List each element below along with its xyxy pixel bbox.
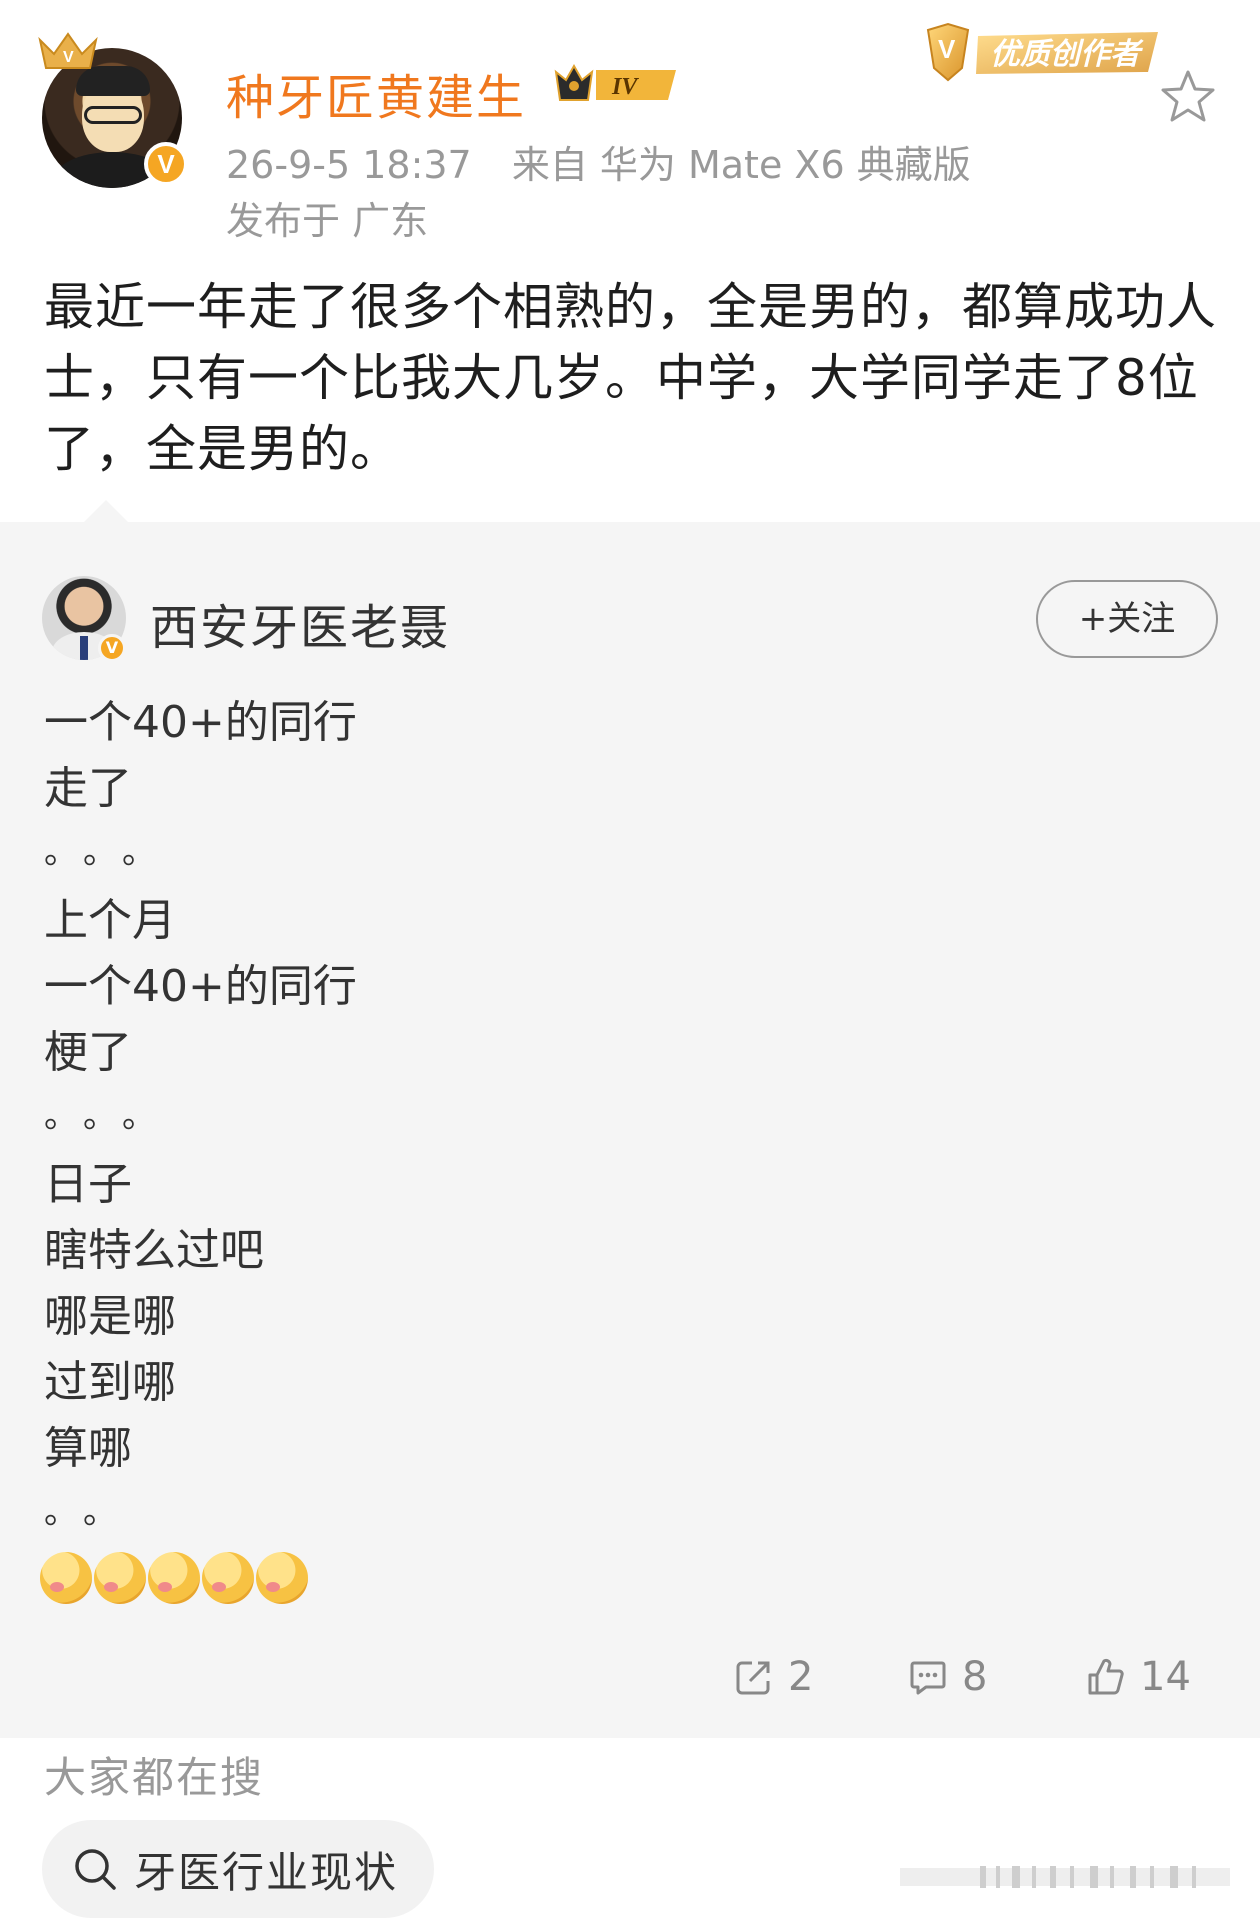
ellipsis-line: 。。。 bbox=[44, 1096, 178, 1136]
quoted-text-line: 一个40+的同行 bbox=[44, 961, 357, 1012]
favorite-star-icon[interactable] bbox=[1160, 68, 1216, 124]
thumbs-up-icon bbox=[1088, 1658, 1124, 1695]
quality-creator-badge: V 优质创作者 bbox=[926, 22, 1158, 82]
search-suggestion-chip[interactable]: 牙医行业现状 bbox=[42, 1820, 434, 1918]
post-time: 26-9-5 18:37 bbox=[226, 143, 472, 187]
quoted-post[interactable]: V 西安牙医老聂 +关注 一个40+的同行 走了。。。 上个月 一个40+的同行 梗了。… bbox=[0, 500, 1260, 1738]
comment-button[interactable]: 8 bbox=[908, 1654, 987, 1700]
search-suggestion-text: 牙医行业现状 bbox=[134, 1847, 399, 1897]
search-icon bbox=[75, 1849, 116, 1890]
quoted-text-line: 走了 bbox=[44, 763, 132, 814]
quote-notch bbox=[84, 500, 128, 522]
drooling-face-emoji bbox=[40, 1552, 92, 1604]
ellipsis-line: 。。。 bbox=[44, 832, 178, 872]
post-location: 发布于 广东 bbox=[226, 199, 429, 243]
comment-count: 8 bbox=[962, 1654, 988, 1700]
post-header: V V 种牙匠黄建生 IV 26-9-5 18:37 来自 华为 Mate X6… bbox=[0, 0, 1260, 520]
quoted-text-line: 过到哪 bbox=[44, 1357, 176, 1408]
like-button[interactable]: 14 bbox=[1086, 1654, 1191, 1700]
quoted-text-line: 算哪 bbox=[44, 1423, 132, 1474]
verified-icon: V bbox=[98, 634, 126, 662]
drooling-face-emoji bbox=[256, 1552, 308, 1604]
action-bar: 2 8 14 bbox=[0, 1642, 1260, 1722]
post-meta: 26-9-5 18:37 来自 华为 Mate X6 典藏版 bbox=[226, 134, 971, 189]
quoted-text-line: 日子 bbox=[44, 1159, 132, 1210]
drooling-face-emoji bbox=[148, 1552, 200, 1604]
svg-text:IV: IV bbox=[611, 74, 639, 100]
comment-icon bbox=[910, 1661, 946, 1695]
quoted-text-line: 哪是哪 bbox=[44, 1291, 176, 1342]
quoted-post-text: 一个40+的同行 走了。。。 上个月 一个40+的同行 梗了。。。 日子 瞎特么过吧 哪是哪过… bbox=[44, 690, 1194, 1548]
verified-icon: V bbox=[144, 142, 188, 186]
trending-search-section: 大家都在搜 牙医行业现状 bbox=[0, 1738, 1260, 1923]
post-text: 最近一年走了很多个相熟的，全是男的，都算成功人士，只有一个比我大几岁。中学，大学… bbox=[44, 278, 1217, 478]
repost-icon bbox=[736, 1661, 770, 1695]
follow-button[interactable]: +关注 bbox=[1036, 580, 1218, 658]
vip-level-icon: IV bbox=[554, 63, 676, 101]
post-source: 来自 华为 Mate X6 典藏版 bbox=[511, 143, 971, 187]
svg-text:V: V bbox=[938, 34, 956, 64]
weibo-post-page: V V 种牙匠黄建生 IV 26-9-5 18:37 来自 华为 Mate X6… bbox=[0, 0, 1260, 1923]
quoted-text-line: 瞎特么过吧 bbox=[44, 1225, 264, 1276]
repost-button[interactable]: 2 bbox=[734, 1654, 813, 1700]
svg-text:优质创作者: 优质创作者 bbox=[990, 37, 1144, 72]
crown-icon: V bbox=[38, 32, 98, 69]
watermark-graphic bbox=[900, 1866, 1230, 1888]
author-avatar[interactable]: V V bbox=[38, 32, 190, 196]
author-name[interactable]: 种牙匠黄建生 bbox=[226, 58, 526, 128]
quoted-text-line: 上个月 bbox=[44, 895, 176, 946]
like-count: 14 bbox=[1140, 1654, 1191, 1700]
repost-count: 2 bbox=[788, 1654, 814, 1700]
drooling-face-emoji bbox=[202, 1552, 254, 1604]
quoted-text-line: 一个40+的同行 bbox=[44, 697, 357, 748]
trending-title: 大家都在搜 bbox=[44, 1753, 265, 1802]
drooling-face-emoji bbox=[94, 1552, 146, 1604]
ellipsis-line: 。。 bbox=[44, 1492, 139, 1532]
emoji-row bbox=[40, 1552, 308, 1604]
quoted-author-name[interactable]: 西安牙医老聂 bbox=[150, 588, 450, 658]
svg-text:V: V bbox=[63, 49, 74, 66]
quoted-text-line: 梗了 bbox=[44, 1027, 132, 1078]
